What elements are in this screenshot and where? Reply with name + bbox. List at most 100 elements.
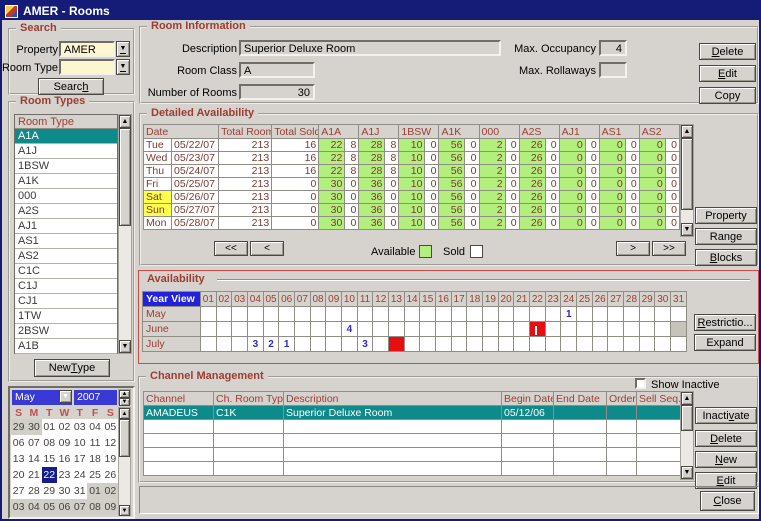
sold-cell[interactable]: 0 (665, 165, 679, 178)
calendar-day-cell[interactable]: 09 (57, 435, 72, 451)
year-view-day-cell[interactable] (216, 307, 232, 322)
calendar-day-cell[interactable]: 29 (42, 483, 57, 499)
channel-cell[interactable]: Superior Deluxe Room (284, 406, 502, 420)
calendar-day-cell[interactable]: 06 (11, 435, 26, 451)
calendar-day-cell[interactable]: 30 (26, 419, 41, 435)
channel-cell[interactable] (554, 434, 607, 448)
year-view-day-cell[interactable] (232, 337, 248, 352)
calendar-day-cell[interactable]: 31 (72, 483, 87, 499)
next-page-button[interactable]: > (616, 241, 650, 256)
total-sold-cell[interactable]: 0 (272, 191, 319, 204)
year-view-day-cell[interactable] (389, 307, 405, 322)
sold-cell[interactable]: 0 (425, 178, 439, 191)
sold-cell[interactable]: 0 (465, 191, 479, 204)
calendar-day-cell[interactable]: 07 (72, 499, 87, 515)
available-cell[interactable]: 36 (359, 191, 385, 204)
year-view-day-cell[interactable] (451, 337, 467, 352)
channel-cell[interactable] (607, 406, 637, 420)
sold-cell[interactable]: 0 (505, 165, 519, 178)
description-field[interactable]: Superior Deluxe Room (239, 40, 501, 56)
year-view-day-cell[interactable]: 1 (279, 337, 295, 352)
year-view-day-cell[interactable] (295, 337, 311, 352)
year-view-day-cell[interactable] (577, 322, 593, 337)
room-type-item[interactable]: A1B (15, 339, 117, 354)
availability-row[interactable]: Sun05/27/07213030036010056020260000000 (144, 204, 680, 217)
max-occupancy-field[interactable]: 4 (599, 40, 627, 56)
year-view-day-cell[interactable] (545, 322, 561, 337)
channel-cell[interactable] (284, 434, 502, 448)
sold-cell[interactable]: 8 (385, 165, 399, 178)
sold-cell[interactable]: 0 (345, 191, 359, 204)
channel-empty-row[interactable] (144, 434, 681, 448)
sold-cell[interactable]: 0 (625, 139, 639, 152)
available-cell[interactable]: 30 (319, 191, 345, 204)
sold-cell[interactable]: 0 (545, 139, 559, 152)
year-view-day-cell[interactable] (577, 337, 593, 352)
calendar-day-cell[interactable]: 04 (87, 419, 102, 435)
calendar-day-cell[interactable]: 13 (11, 451, 26, 467)
available-cell[interactable]: 30 (319, 178, 345, 191)
available-cell[interactable]: 10 (399, 191, 425, 204)
sold-cell[interactable]: 0 (585, 165, 599, 178)
year-view-day-cell[interactable] (467, 322, 483, 337)
available-cell[interactable]: 0 (559, 178, 585, 191)
available-cell[interactable]: 26 (519, 204, 545, 217)
calendar-day-cell[interactable]: 16 (57, 451, 72, 467)
year-view-day-cell[interactable] (389, 337, 405, 352)
available-cell[interactable]: 0 (639, 217, 665, 230)
year-view-day-cell[interactable]: 3 (357, 337, 373, 352)
available-cell[interactable]: 56 (439, 178, 465, 191)
sold-cell[interactable]: 0 (505, 204, 519, 217)
sold-cell[interactable]: 0 (425, 204, 439, 217)
channel-cell[interactable] (554, 420, 607, 434)
sold-cell[interactable]: 0 (545, 217, 559, 230)
channel-delete-button[interactable]: Delete (695, 430, 757, 447)
channel-cell[interactable] (144, 462, 214, 476)
channel-cell[interactable]: AMADEUS (144, 406, 214, 420)
year-view-day-cell[interactable] (404, 307, 420, 322)
total-sold-cell[interactable]: 0 (272, 178, 319, 191)
channel-cell[interactable] (637, 434, 681, 448)
year-view-day-cell[interactable] (310, 322, 326, 337)
scroll-thumb[interactable] (681, 138, 693, 210)
year-view-day-cell[interactable] (467, 337, 483, 352)
channel-cell[interactable] (637, 420, 681, 434)
availability-row[interactable]: Mon05/28/07213030036010056020260000000 (144, 217, 680, 230)
channel-row[interactable]: AMADEUSC1KSuperior Deluxe Room05/12/06 (144, 406, 681, 420)
sold-cell[interactable]: 0 (665, 178, 679, 191)
sold-cell[interactable]: 0 (465, 165, 479, 178)
range-button[interactable]: Range (695, 228, 757, 245)
year-view-day-cell[interactable] (514, 337, 530, 352)
available-cell[interactable]: 0 (599, 152, 625, 165)
room-type-item[interactable]: A1J (15, 144, 117, 159)
num-rooms-field[interactable]: 30 (239, 84, 315, 100)
available-cell[interactable]: 0 (599, 204, 625, 217)
channel-cell[interactable]: 05/12/06 (502, 406, 554, 420)
year-view-day-cell[interactable] (248, 322, 264, 337)
year-view-day-cell[interactable] (530, 322, 546, 337)
year-view-day-cell[interactable] (483, 307, 499, 322)
year-view-day-cell[interactable] (357, 307, 373, 322)
total-sold-cell[interactable]: 0 (272, 217, 319, 230)
property-button[interactable]: Property (695, 207, 757, 224)
calendar-day-cell[interactable]: 28 (26, 483, 41, 499)
channel-cell[interactable] (502, 448, 554, 462)
year-view-day-cell[interactable] (545, 337, 561, 352)
sold-cell[interactable]: 0 (625, 165, 639, 178)
channel-cell[interactable] (554, 448, 607, 462)
sold-cell[interactable]: 0 (385, 191, 399, 204)
year-view-day-cell[interactable]: 2 (263, 337, 279, 352)
day-cell[interactable]: Thu (144, 165, 172, 178)
year-view-day-cell[interactable] (232, 307, 248, 322)
sold-cell[interactable]: 0 (545, 191, 559, 204)
room-type-item[interactable]: AS2 (15, 249, 117, 264)
year-view-day-cell[interactable] (436, 307, 452, 322)
availability-row[interactable]: Wed05/23/072131622828810056020260000000 (144, 152, 680, 165)
available-cell[interactable]: 0 (599, 139, 625, 152)
total-room-cell[interactable]: 213 (219, 139, 272, 152)
calendar-day-cell[interactable]: 14 (26, 451, 41, 467)
room-type-item[interactable]: 000 (15, 189, 117, 204)
calendar-day-cell[interactable]: 20 (11, 467, 26, 483)
spinner-down-icon[interactable]: ▼ (119, 398, 130, 406)
year-view-day-cell[interactable] (608, 307, 624, 322)
